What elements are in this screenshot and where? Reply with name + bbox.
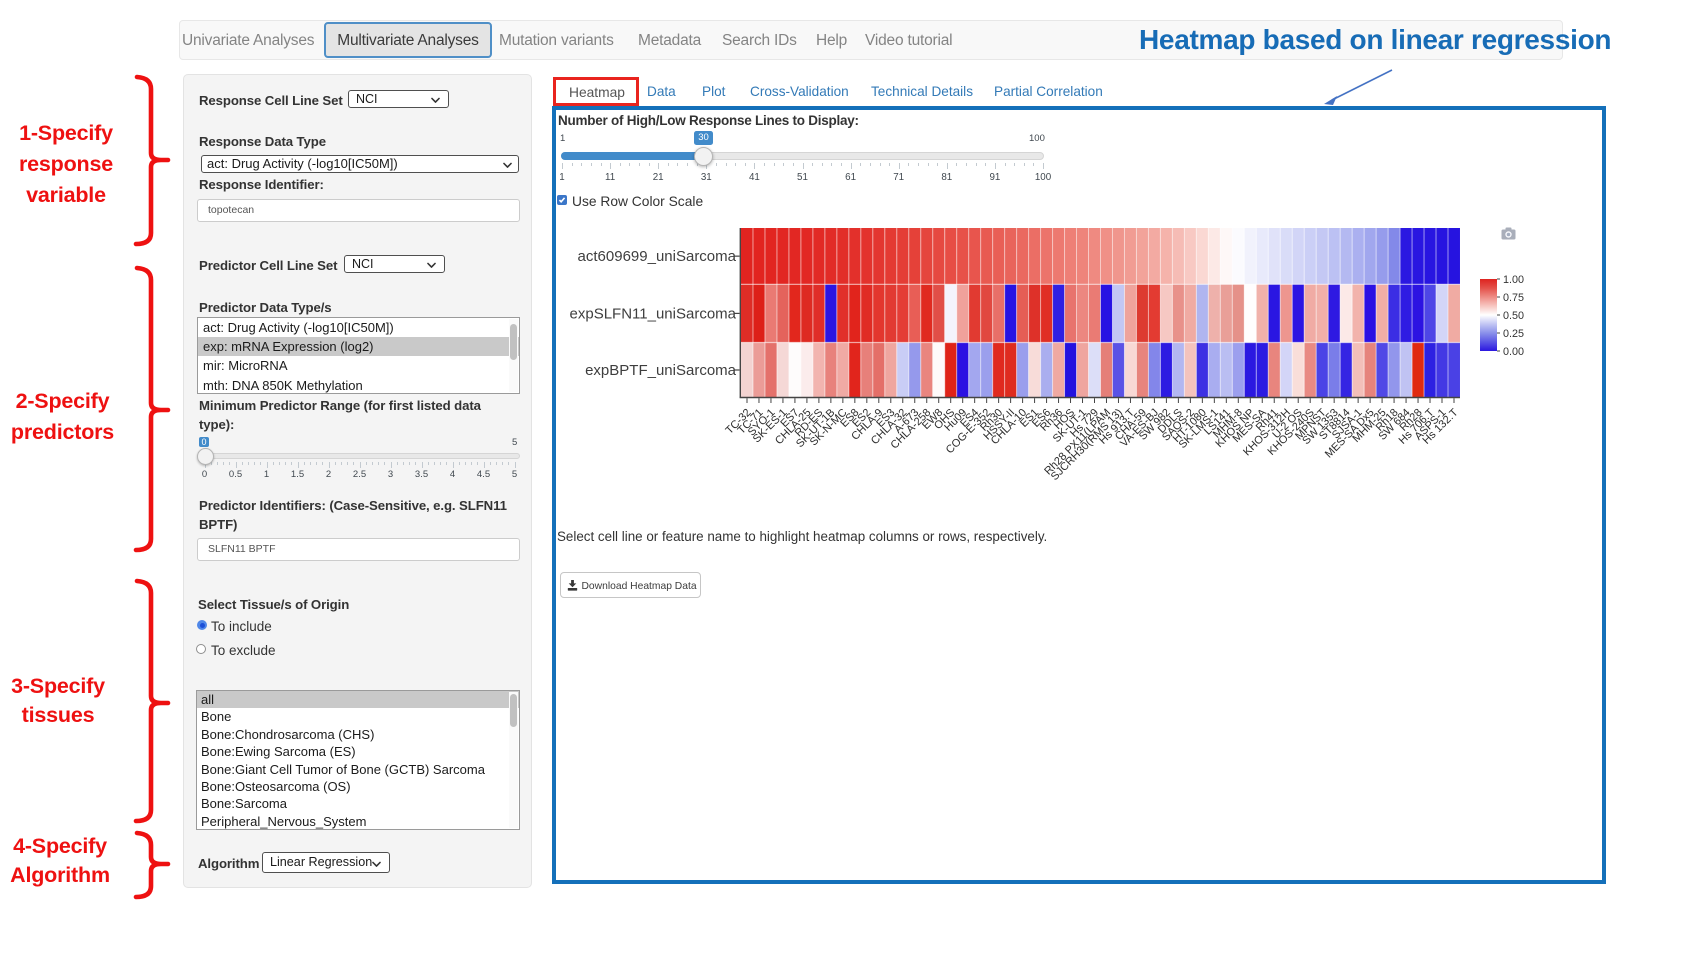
svg-text:1.00: 1.00: [1503, 274, 1524, 286]
svg-text:0.25: 0.25: [1503, 328, 1524, 340]
svg-text:0.50: 0.50: [1503, 310, 1524, 322]
svg-text:0.75: 0.75: [1503, 292, 1524, 304]
svg-text:act609699_uniSarcoma: act609699_uniSarcoma: [578, 248, 737, 265]
svg-text:0.00: 0.00: [1503, 346, 1524, 358]
svg-text:expBPTF_uniSarcoma: expBPTF_uniSarcoma: [585, 362, 737, 379]
svg-text:expSLFN11_uniSarcoma: expSLFN11_uniSarcoma: [570, 305, 737, 322]
